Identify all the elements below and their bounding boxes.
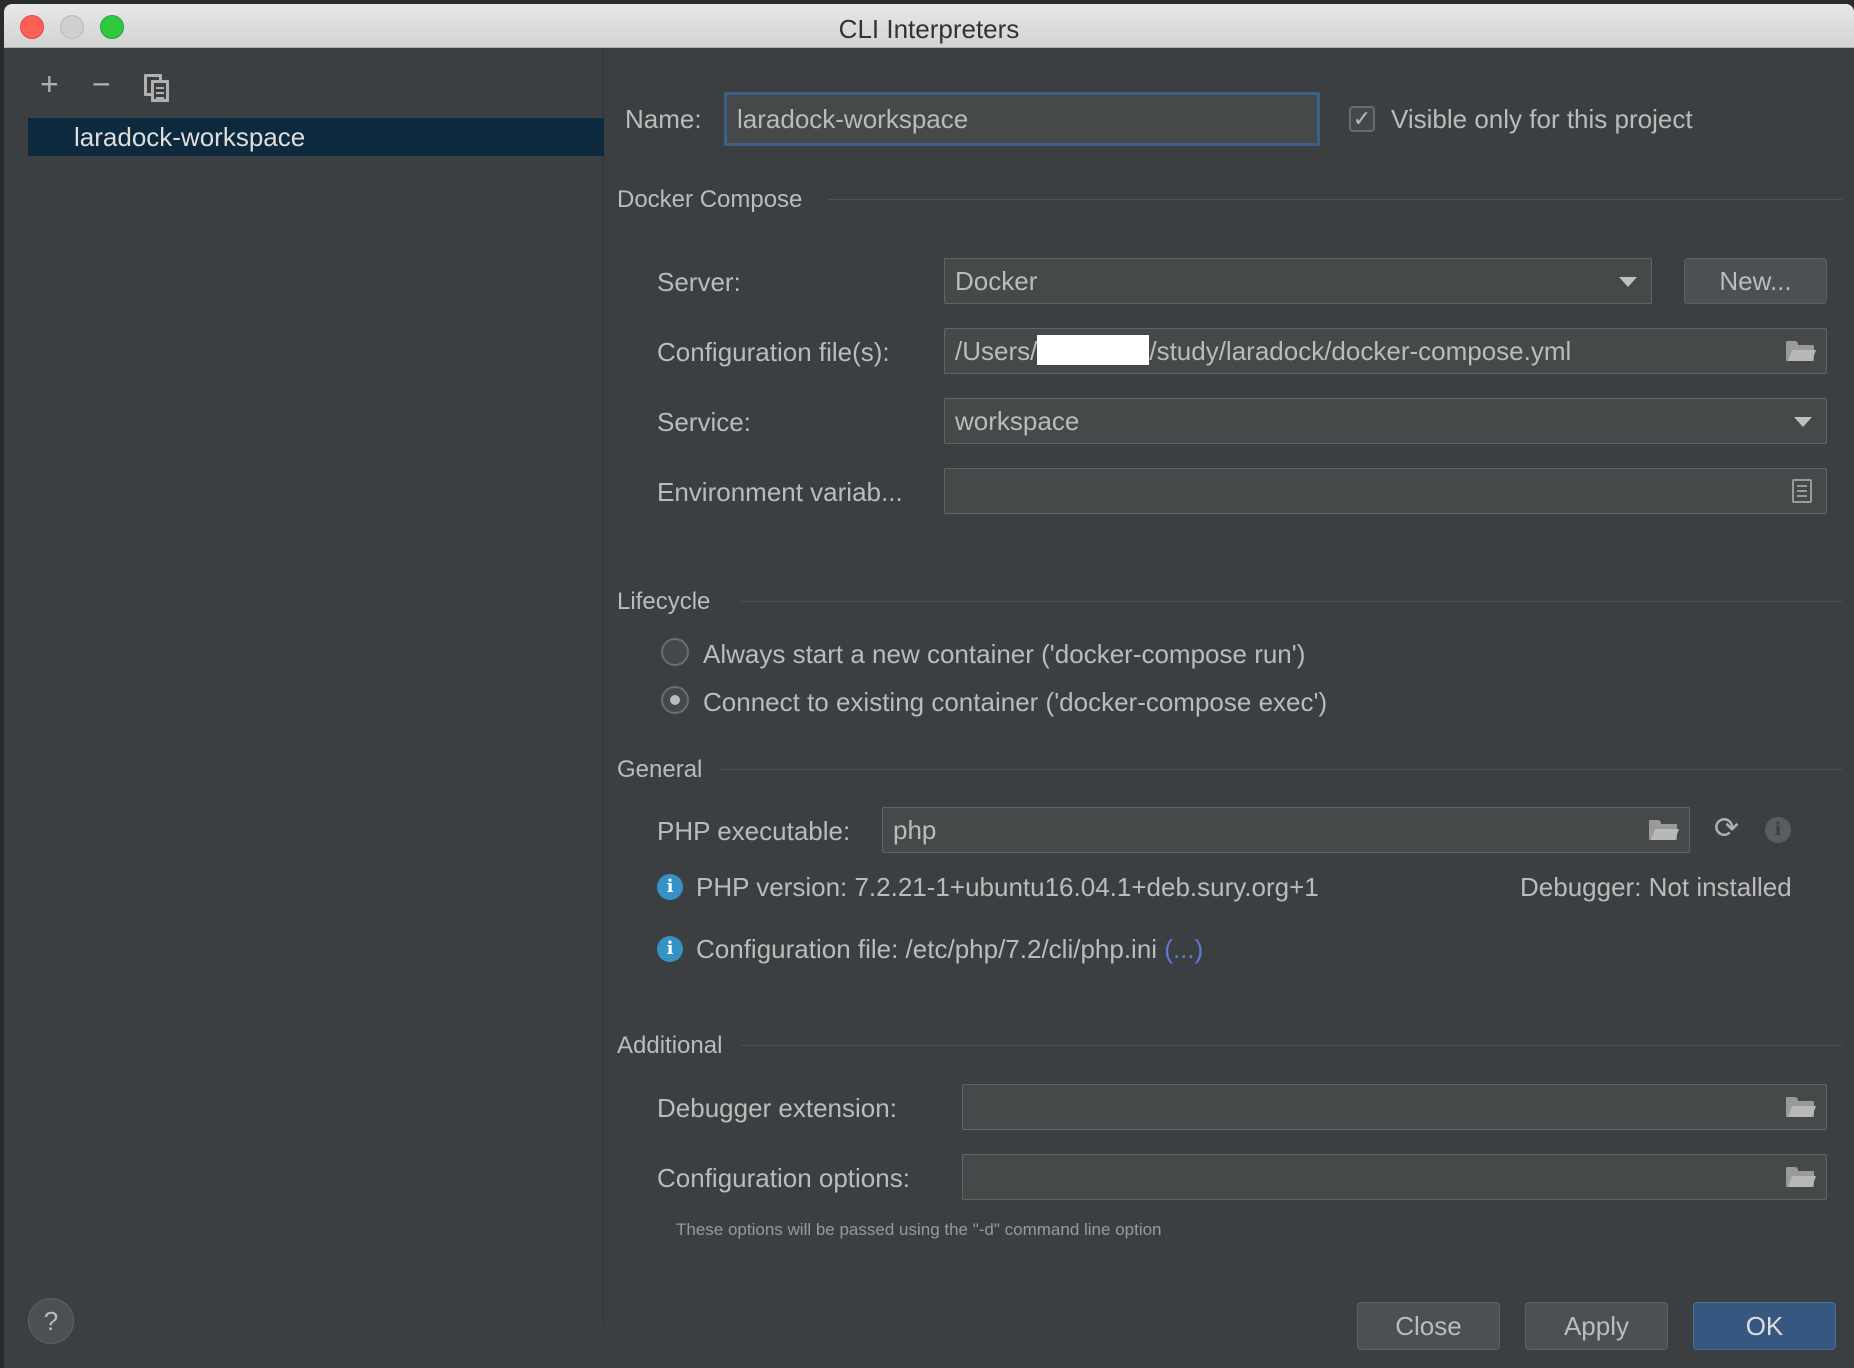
- env-vars-label: Environment variab...: [657, 477, 903, 507]
- config-files-label: Configuration file(s):: [657, 337, 890, 367]
- php-executable-value: php: [893, 815, 937, 845]
- remove-icon[interactable]: −: [92, 68, 111, 100]
- visible-only-checkbox[interactable]: ✓: [1349, 106, 1375, 132]
- chevron-down-icon: [1619, 277, 1637, 287]
- apply-button[interactable]: Apply: [1525, 1302, 1668, 1350]
- redacted-username: [1037, 335, 1150, 365]
- config-file-text: Configuration file: /etc/php/7.2/cli/php…: [696, 934, 1203, 965]
- new-server-button[interactable]: New...: [1684, 258, 1827, 304]
- php-version-text: PHP version: 7.2.21-1+ubuntu16.04.1+deb.…: [696, 872, 1319, 902]
- lifecycle-exec-label: Connect to existing container ('docker-c…: [703, 687, 1328, 717]
- server-label: Server:: [657, 267, 741, 297]
- info-icon: i: [657, 874, 683, 900]
- lifecycle-run-label: Always start a new container ('docker-co…: [703, 639, 1306, 669]
- debugger-status-text: Debugger: Not installed: [1520, 872, 1792, 902]
- lifecycle-group-title: Lifecycle: [617, 588, 711, 615]
- additional-group-title: Additional: [617, 1032, 723, 1059]
- docker-compose-group-title: Docker Compose: [617, 186, 803, 213]
- title-bar: CLI Interpreters: [4, 4, 1854, 48]
- name-input[interactable]: laradock-workspace: [724, 92, 1320, 146]
- interpreter-settings-panel: Name: laradock-workspace ✓ Visible only …: [605, 48, 1854, 1350]
- chevron-down-icon: [1794, 417, 1812, 427]
- visible-only-label: Visible only for this project: [1391, 104, 1693, 134]
- config-file-path: Configuration file: /etc/php/7.2/cli/php…: [696, 934, 1158, 964]
- group-divider: [829, 199, 1842, 200]
- general-group-title: General: [617, 756, 703, 783]
- configuration-options-hint: These options will be passed using the "…: [676, 1220, 1162, 1239]
- service-dropdown[interactable]: workspace: [944, 398, 1827, 444]
- interpreter-list-item[interactable]: laradock-workspace: [28, 118, 604, 156]
- lifecycle-exec-radio[interactable]: [661, 686, 689, 714]
- close-button[interactable]: Close: [1357, 1302, 1500, 1350]
- php-executable-input[interactable]: php: [882, 807, 1690, 853]
- config-path-suffix: /study/laradock/docker-compose.yml: [1149, 336, 1572, 366]
- folder-icon[interactable]: [1649, 820, 1680, 840]
- folder-icon[interactable]: [1786, 1097, 1817, 1117]
- configuration-options-input[interactable]: [962, 1154, 1827, 1200]
- interpreter-list-panel: + − laradock-workspace: [4, 48, 604, 1324]
- php-executable-label: PHP executable:: [657, 816, 851, 846]
- group-divider: [741, 1045, 1842, 1046]
- configuration-options-label: Configuration options:: [657, 1163, 910, 1193]
- help-button[interactable]: ?: [28, 1298, 74, 1344]
- group-divider: [741, 601, 1842, 602]
- ok-button[interactable]: OK: [1693, 1302, 1836, 1350]
- lifecycle-run-radio[interactable]: [661, 638, 689, 666]
- env-vars-input[interactable]: [944, 468, 1827, 514]
- dialog-window: CLI Interpreters + − laradock-workspace …: [4, 4, 1854, 1368]
- folder-icon[interactable]: [1786, 1167, 1817, 1187]
- service-label: Service:: [657, 407, 751, 437]
- debugger-extension-label: Debugger extension:: [657, 1093, 897, 1123]
- group-divider: [721, 769, 1842, 770]
- config-file-link[interactable]: (...): [1164, 934, 1203, 964]
- config-files-input[interactable]: /Users/ /study/laradock/docker-compose.ym…: [944, 328, 1827, 374]
- server-dropdown[interactable]: Docker: [944, 258, 1652, 304]
- server-value: Docker: [955, 266, 1038, 296]
- config-path-prefix: /Users/: [955, 336, 1038, 366]
- name-label: Name:: [625, 104, 702, 134]
- refresh-icon[interactable]: ⟳: [1714, 814, 1739, 844]
- window-title: CLI Interpreters: [838, 14, 1020, 44]
- service-value: workspace: [955, 406, 1080, 436]
- info-icon: i: [657, 936, 683, 962]
- info-icon[interactable]: i: [1765, 817, 1791, 843]
- edit-list-icon[interactable]: [1792, 479, 1812, 503]
- debugger-extension-input[interactable]: [962, 1084, 1827, 1130]
- folder-icon[interactable]: [1786, 341, 1817, 361]
- add-icon[interactable]: +: [40, 68, 59, 100]
- copy-icon[interactable]: [144, 74, 170, 102]
